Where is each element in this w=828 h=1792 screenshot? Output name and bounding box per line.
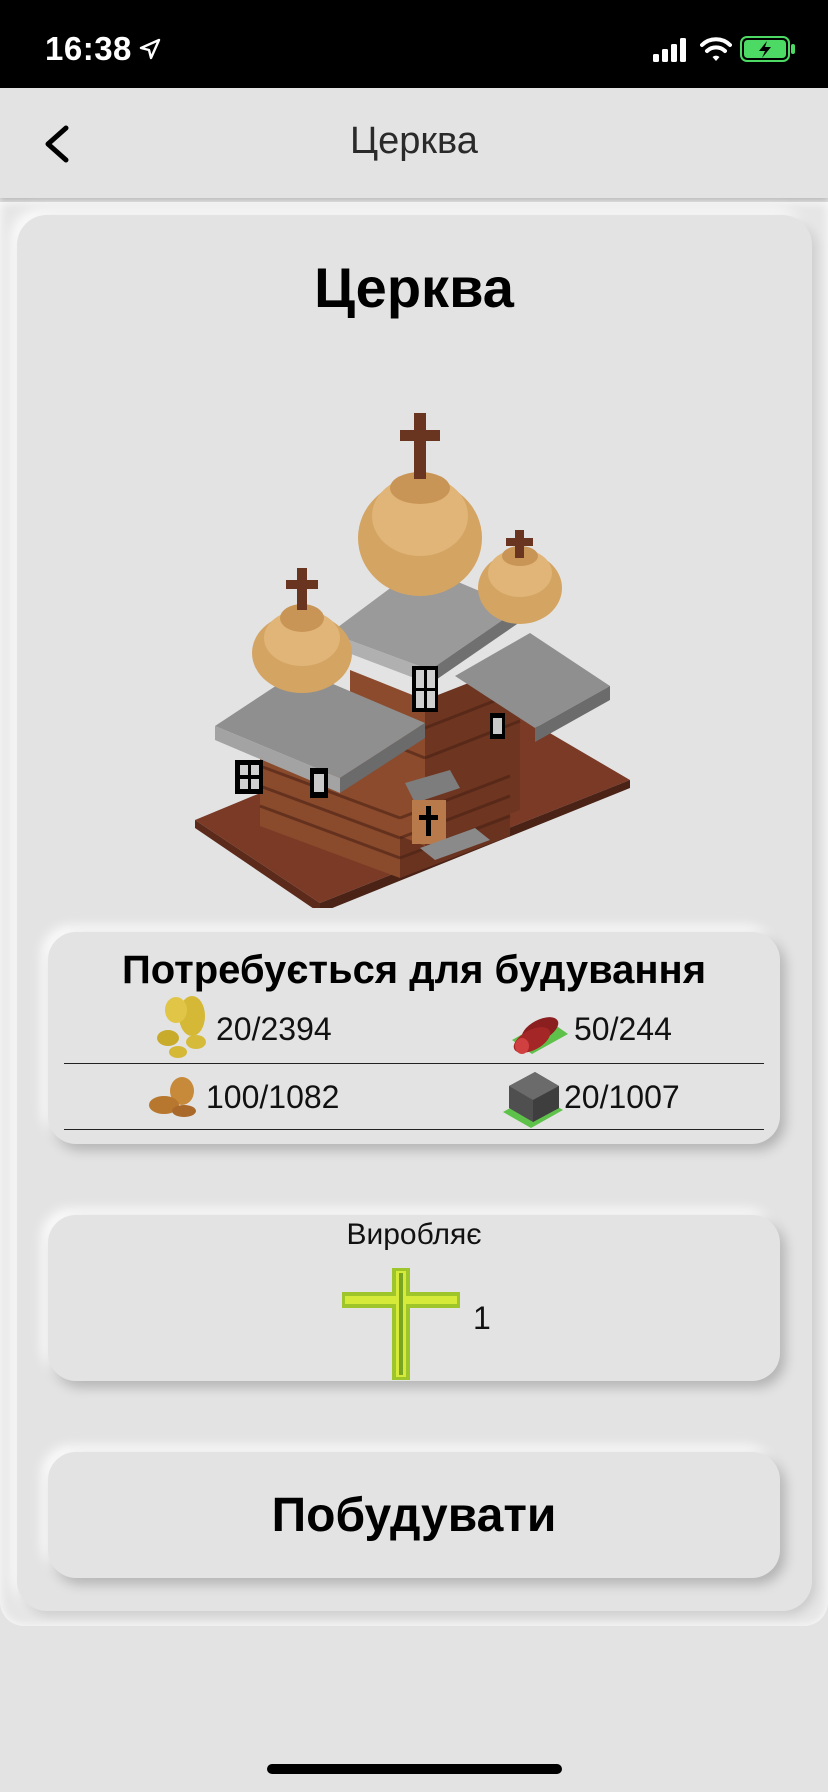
status-time: 16:38: [45, 30, 132, 67]
building-title: Церква: [314, 256, 514, 319]
gold-requirement-value: 20/2394: [216, 1011, 332, 1047]
bread-icon: [149, 1077, 196, 1117]
nav-title: Церква: [350, 120, 478, 162]
wood-requirement-value: 50/244: [574, 1011, 672, 1047]
signal-icon: [653, 38, 686, 62]
requirements-divider: [64, 1129, 764, 1130]
battery-charging-icon: [740, 36, 795, 62]
requirements-divider: [64, 1063, 764, 1064]
cross-icon: [342, 1268, 460, 1380]
church-building-image: [195, 413, 630, 908]
gold-coins-icon: [157, 996, 206, 1058]
stone-requirement-value: 20/1007: [564, 1079, 680, 1115]
produces-label: Виробляє: [346, 1218, 482, 1251]
wifi-icon: [700, 37, 732, 61]
requirements-title: Потребується для будування: [121, 948, 707, 992]
home-indicator[interactable]: [267, 1764, 562, 1774]
produces-value: 1: [473, 1300, 491, 1336]
food-requirement-value: 100/1082: [206, 1079, 340, 1115]
location-arrow-icon: [139, 38, 161, 60]
navigation-bar: Церква: [0, 88, 828, 198]
build-button[interactable]: [48, 1452, 780, 1578]
stone-icon: [503, 1072, 563, 1128]
status-bar: 16:38: [0, 0, 828, 88]
logs-icon: [512, 1017, 568, 1054]
